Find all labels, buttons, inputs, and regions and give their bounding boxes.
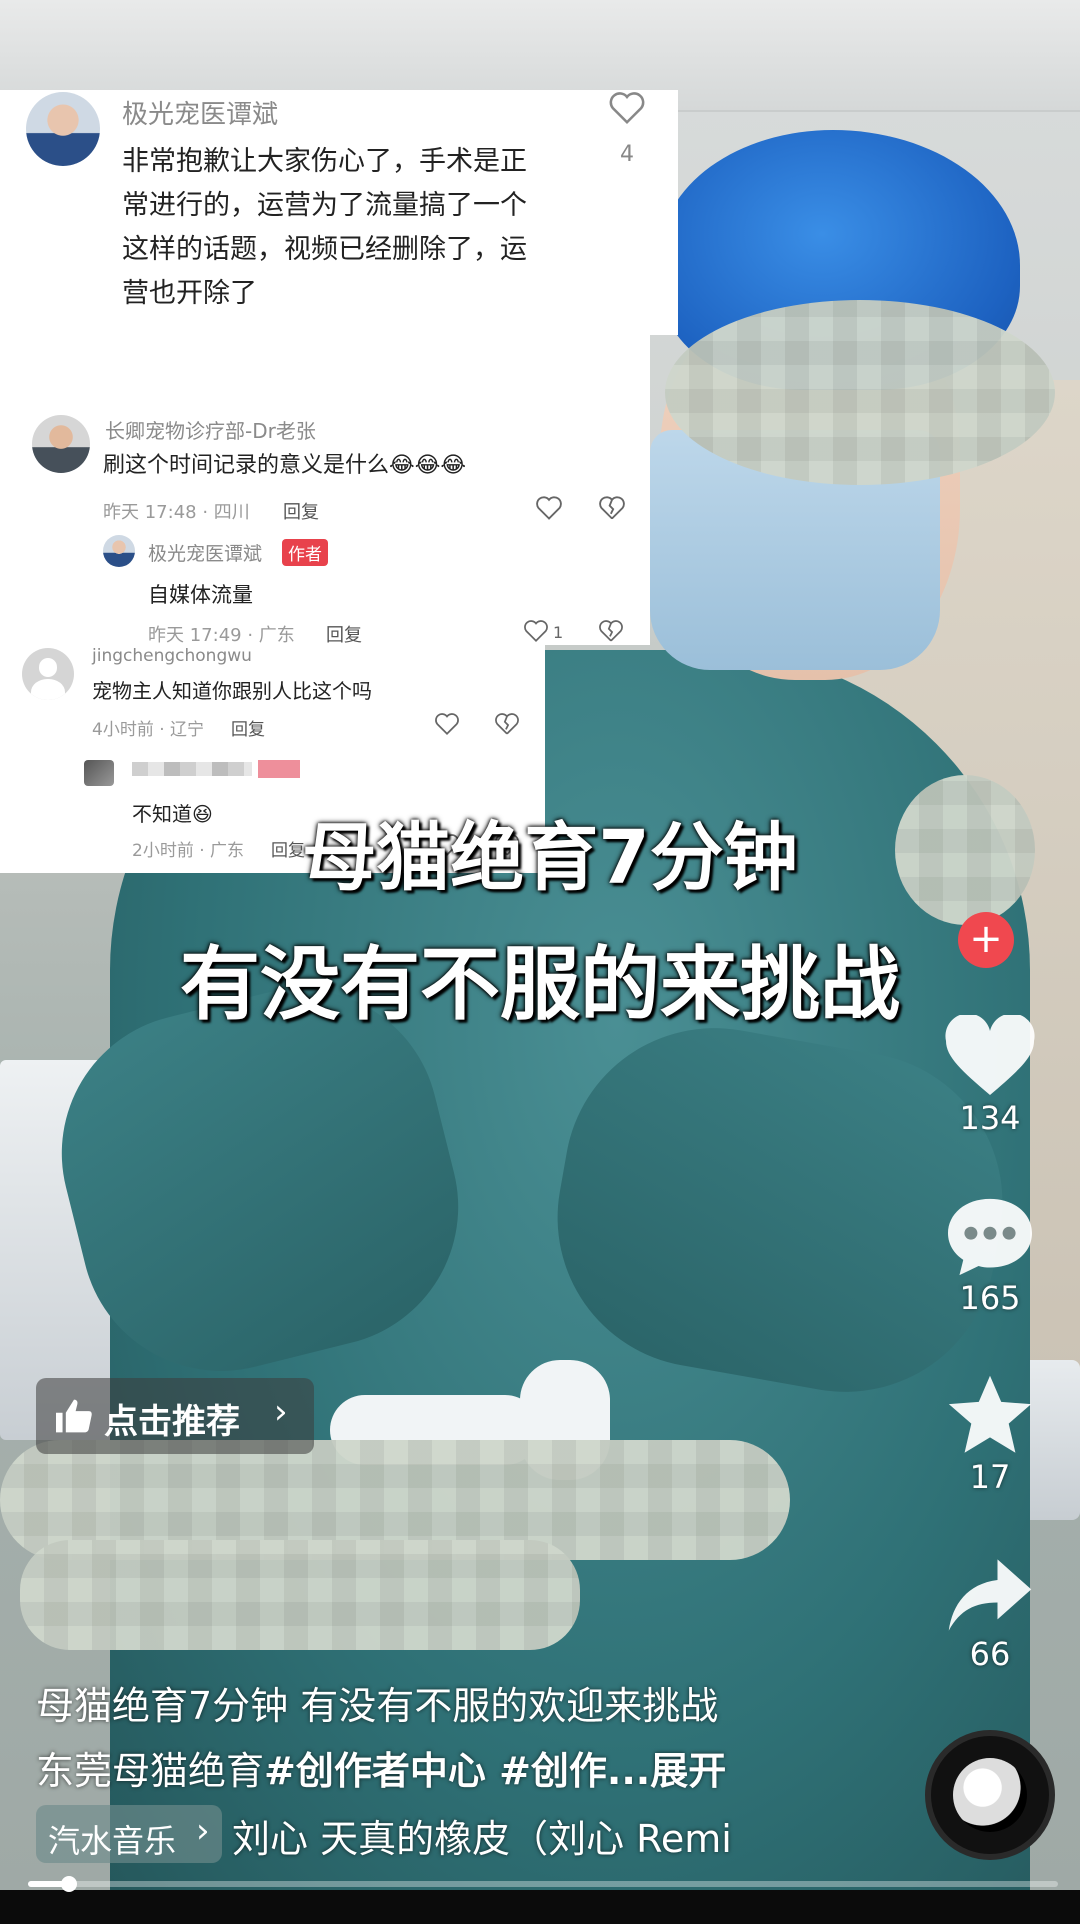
recommend-chip[interactable]: 点击推荐 › [36, 1378, 314, 1454]
reply-button[interactable]: 回复 [326, 621, 362, 647]
comment-text: 非常抱歉让大家伤心了，手术是正 常进行的，运营为了流量搞了一个 这样的话题，视频… [122, 140, 527, 316]
heart-outline-icon[interactable] [608, 90, 646, 126]
share-button[interactable]: 66 [935, 1555, 1045, 1673]
reply-author: 极光宠医谭斌 [148, 543, 263, 565]
playback-progress-bar[interactable] [28, 1876, 1058, 1892]
reply-text: 自媒体流量 [148, 583, 253, 607]
music-disc[interactable] [925, 1730, 1055, 1860]
broken-heart-icon[interactable] [598, 619, 624, 643]
comment-line: 常进行的，运营为了流量搞了一个 [122, 190, 527, 221]
comment-line: 这样的话题，视频已经删除了，运 [122, 234, 527, 265]
face-blur [665, 300, 1055, 485]
laugh-cry-emoji-icon: 😂😂😂 [389, 453, 467, 478]
comment-text-body: 刷这个时间记录的意义是什么 [103, 453, 390, 478]
chevron-right-icon: › [196, 1811, 210, 1851]
avatar [26, 92, 100, 166]
heart-icon [935, 1015, 1045, 1099]
pixelated-username [132, 762, 252, 776]
reply-meta: 昨天 17:49 · 广东 [148, 625, 295, 646]
pixelated-badge [258, 760, 300, 778]
avatar [32, 415, 90, 473]
reply-button[interactable]: 回复 [283, 498, 319, 524]
comment-screenshots: 极光宠医谭斌 非常抱歉让大家伤心了，手术是正 常进行的，运营为了流量搞了一个 这… [0, 90, 678, 873]
comment-text: 刷这个时间记录的意义是什么😂😂😂 [103, 447, 466, 479]
music-app-chip[interactable]: 汽水音乐 › [36, 1805, 222, 1863]
like-count: 4 [620, 142, 634, 167]
comment-button[interactable]: 165 [935, 1195, 1045, 1317]
heart-outline-icon[interactable] [535, 495, 563, 521]
comment-second: 长卿宠物诊疗部-Dr老张 刷这个时间记录的意义是什么😂😂😂 昨天 17:48 ·… [0, 335, 650, 647]
thumbs-up-icon [54, 1398, 94, 1434]
share-count: 66 [969, 1635, 1011, 1673]
comment-line: 非常抱歉让大家伤心了，手术是正 [122, 146, 527, 177]
caption-blur [20, 1540, 580, 1650]
comment-line: 营也开除了 [122, 278, 257, 309]
music-app-label: 汽水音乐 [48, 1822, 177, 1860]
expand-button[interactable]: 展开 [650, 1749, 726, 1793]
music-track[interactable]: 刘心 天真的橡皮（刘心 Remi [232, 1808, 782, 1863]
recommend-label: 点击推荐 [104, 1402, 240, 1442]
like-count: 134 [959, 1099, 1021, 1137]
comment-author: 极光宠医谭斌 [122, 100, 279, 130]
follow-plus-button[interactable]: + [958, 912, 1014, 968]
hashtag-links[interactable]: #创作者中心 #创作... [264, 1749, 650, 1793]
video-overlay-title: 母猫绝育7分钟 [302, 815, 798, 901]
like-count: 1 [553, 623, 564, 642]
star-icon [935, 1372, 1045, 1458]
comment-text: 宠物主人知道你跟别人比这个吗 [92, 679, 372, 703]
avatar [84, 760, 114, 786]
video-hashtags: 东莞母猫绝育#创作者中心 #创作...展开 [36, 1740, 726, 1795]
comment-meta: 4小时前 · 辽宁 [92, 720, 205, 740]
description-text: 东莞母猫绝育 [36, 1749, 265, 1793]
comment-top: 极光宠医谭斌 非常抱歉让大家伤心了，手术是正 常进行的，运营为了流量搞了一个 这… [0, 90, 678, 335]
chevron-right-icon: › [274, 1392, 288, 1432]
favorite-count: 17 [969, 1458, 1011, 1496]
share-arrow-icon [935, 1555, 1045, 1635]
comment-author: jingchengchongwu [92, 646, 252, 666]
comment-meta: 昨天 17:48 · 四川 [103, 502, 250, 523]
avatar [103, 535, 135, 567]
broken-heart-icon[interactable] [494, 712, 520, 736]
heart-outline-icon[interactable] [434, 712, 460, 736]
broken-heart-icon[interactable] [598, 495, 626, 521]
comment-bubble-icon [935, 1195, 1045, 1279]
heart-outline-icon[interactable] [523, 619, 549, 643]
video-description: 母猫绝育7分钟 有没有不服的欢迎来挑战 [36, 1684, 719, 1728]
avatar [22, 648, 74, 700]
like-button[interactable]: 134 [935, 1015, 1045, 1137]
favorite-button[interactable]: 17 [935, 1372, 1045, 1496]
comment-count: 165 [959, 1279, 1021, 1317]
comment-author: 长卿宠物诊疗部-Dr老张 [105, 419, 316, 443]
video-overlay-subtitle: 有没有不服的来挑战 [180, 938, 900, 1031]
author-badge: 作者 [282, 539, 328, 566]
music-disc-cover [953, 1758, 1027, 1832]
reply-button[interactable]: 回复 [231, 715, 265, 740]
